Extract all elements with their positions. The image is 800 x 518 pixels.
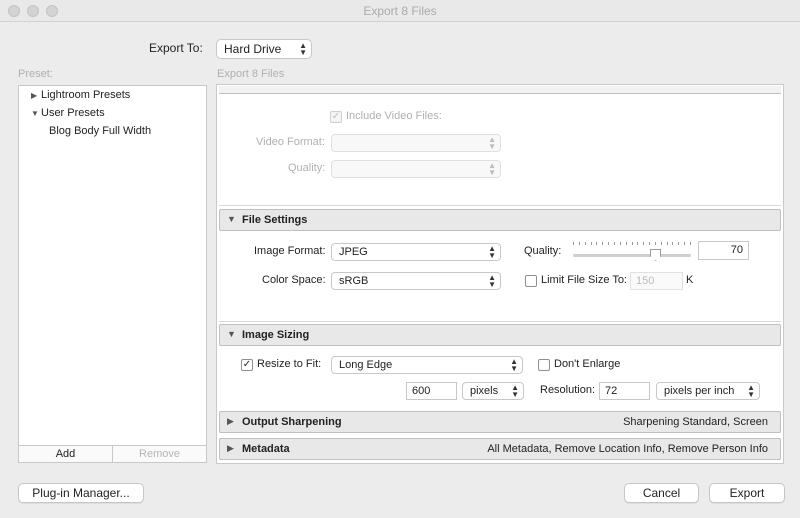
slider-tick [684, 242, 685, 245]
popup-arrows-icon: ▲ ▼ [299, 41, 307, 57]
expanded-triangle-icon[interactable]: ▼ [31, 109, 41, 118]
limit-file-size-checkbox[interactable] [525, 275, 537, 287]
export-button[interactable]: Export [709, 483, 785, 503]
resize-to-fit-popup[interactable]: Long Edge ▲ ▼ [331, 356, 523, 374]
slider-tick [643, 242, 644, 245]
color-space-label: Color Space: [262, 274, 326, 286]
remove-preset-button[interactable]: Remove [113, 446, 206, 462]
video-format-popup[interactable]: ▲ ▼ [331, 134, 501, 152]
size-unit-popup[interactable]: pixels ▲ ▼ [462, 382, 524, 400]
video-format-label: Video Format: [256, 136, 325, 148]
slider-tick [667, 242, 668, 245]
slider-tick [620, 242, 621, 245]
dont-enlarge-checkbox[interactable] [538, 359, 550, 371]
video-quality-popup[interactable]: ▲ ▼ [331, 160, 501, 178]
limit-file-size-label: Limit File Size To: [541, 274, 627, 286]
export-to-value: Hard Drive [224, 42, 282, 56]
collapsed-triangle-icon: ▶ [227, 416, 234, 426]
popup-arrows-icon: ▲ ▼ [747, 383, 755, 399]
quality-input[interactable]: 70 [698, 241, 749, 260]
slider-tick [637, 242, 638, 245]
slider-tick [655, 242, 656, 245]
slider-tick [649, 242, 650, 245]
include-video-label: Include Video Files: [346, 110, 442, 122]
file-settings-section: Image Format: JPEG ▲ ▼ Quality: 70 Color … [219, 232, 781, 322]
slider-tick [585, 242, 586, 245]
preset-list: ▶ Lightroom Presets ▼ User Presets Blog Bo… [18, 85, 207, 463]
preset-button-bar: Add Remove [19, 445, 206, 462]
popup-arrows-icon: ▲ ▼ [488, 161, 496, 177]
scroll-edge [219, 86, 781, 94]
limit-file-size-unit: K [686, 274, 694, 286]
slider-tick [678, 242, 679, 245]
slider-tick [608, 242, 609, 245]
slider-tick [602, 242, 603, 245]
image-sizing-section: ✓ Resize to Fit: Long Edge ▲ ▼ Don't Enla… [219, 347, 781, 407]
popup-arrows-icon: ▲ ▼ [488, 273, 496, 289]
slider-tick [614, 242, 615, 245]
popup-arrows-icon: ▲ ▼ [488, 135, 496, 151]
expanded-triangle-icon: ▼ [227, 329, 236, 339]
preset-folder-lightroom[interactable]: ▶ Lightroom Presets [31, 89, 130, 101]
slider-tick [626, 242, 627, 245]
image-format-popup[interactable]: JPEG ▲ ▼ [331, 243, 501, 261]
popup-arrows-icon: ▲ ▼ [511, 383, 519, 399]
quality-label: Quality: [524, 245, 562, 257]
slider-tick [690, 242, 691, 245]
cancel-button[interactable]: Cancel [624, 483, 699, 503]
slider-tick [672, 242, 673, 245]
resolution-label: Resolution: [540, 384, 596, 396]
preset-folder-user[interactable]: ▼ User Presets [31, 107, 105, 119]
title-bar: Export 8 Files [0, 0, 800, 22]
limit-file-size-input[interactable]: 150 [630, 272, 683, 290]
resolution-input[interactable]: 72 [599, 382, 650, 400]
quality-slider[interactable] [573, 242, 691, 262]
size-input[interactable]: 600 [406, 382, 457, 400]
metadata-header[interactable]: ▶ Metadata All Metadata, Remove Location… [219, 438, 781, 460]
slider-tick [591, 242, 592, 245]
resolution-unit-popup[interactable]: pixels per inch ▲ ▼ [656, 382, 760, 400]
resize-to-fit-label: Resize to Fit: [257, 358, 322, 370]
include-video-checkbox[interactable]: ✓ [330, 111, 342, 123]
output-sharpening-header[interactable]: ▶ Output Sharpening Sharpening Standard,… [219, 411, 781, 433]
image-sizing-header[interactable]: ▼ Image Sizing [219, 324, 781, 346]
preset-item-blog-body[interactable]: Blog Body Full Width [49, 125, 151, 137]
popup-arrows-icon: ▲ ▼ [488, 244, 496, 260]
slider-track [573, 254, 691, 257]
file-settings-header[interactable]: ▼ File Settings [219, 209, 781, 231]
slider-tick [632, 242, 633, 245]
video-section: ✓ Include Video Files: Video Format: ▲ ▼ … [219, 86, 781, 206]
image-format-label: Image Format: [254, 245, 326, 257]
collapsed-triangle-icon: ▶ [227, 443, 234, 453]
preset-label: Preset: [18, 68, 53, 80]
expanded-triangle-icon: ▼ [227, 214, 236, 224]
plugin-manager-button[interactable]: Plug-in Manager... [18, 483, 144, 503]
collapsed-triangle-icon[interactable]: ▶ [31, 91, 41, 100]
export-to-popup[interactable]: Hard Drive ▲ ▼ [216, 39, 312, 59]
resize-to-fit-checkbox[interactable]: ✓ [241, 359, 253, 371]
metadata-summary: All Metadata, Remove Location Info, Remo… [487, 443, 768, 455]
color-space-popup[interactable]: sRGB ▲ ▼ [331, 272, 501, 290]
slider-tick [579, 242, 580, 245]
popup-arrows-icon: ▲ ▼ [510, 357, 518, 373]
slider-tick [573, 242, 574, 245]
output-sharpening-summary: Sharpening Standard, Screen [623, 416, 768, 428]
add-preset-button[interactable]: Add [19, 446, 113, 462]
slider-ticks [573, 242, 691, 246]
slider-thumb[interactable] [650, 249, 661, 261]
video-quality-label: Quality: [288, 162, 326, 174]
dont-enlarge-label: Don't Enlarge [554, 358, 621, 370]
window-title: Export 8 Files [363, 4, 437, 18]
panel-caption: Export 8 Files [217, 68, 285, 80]
export-to-label: Export To: [149, 41, 203, 55]
slider-tick [596, 242, 597, 245]
slider-tick [661, 242, 662, 245]
